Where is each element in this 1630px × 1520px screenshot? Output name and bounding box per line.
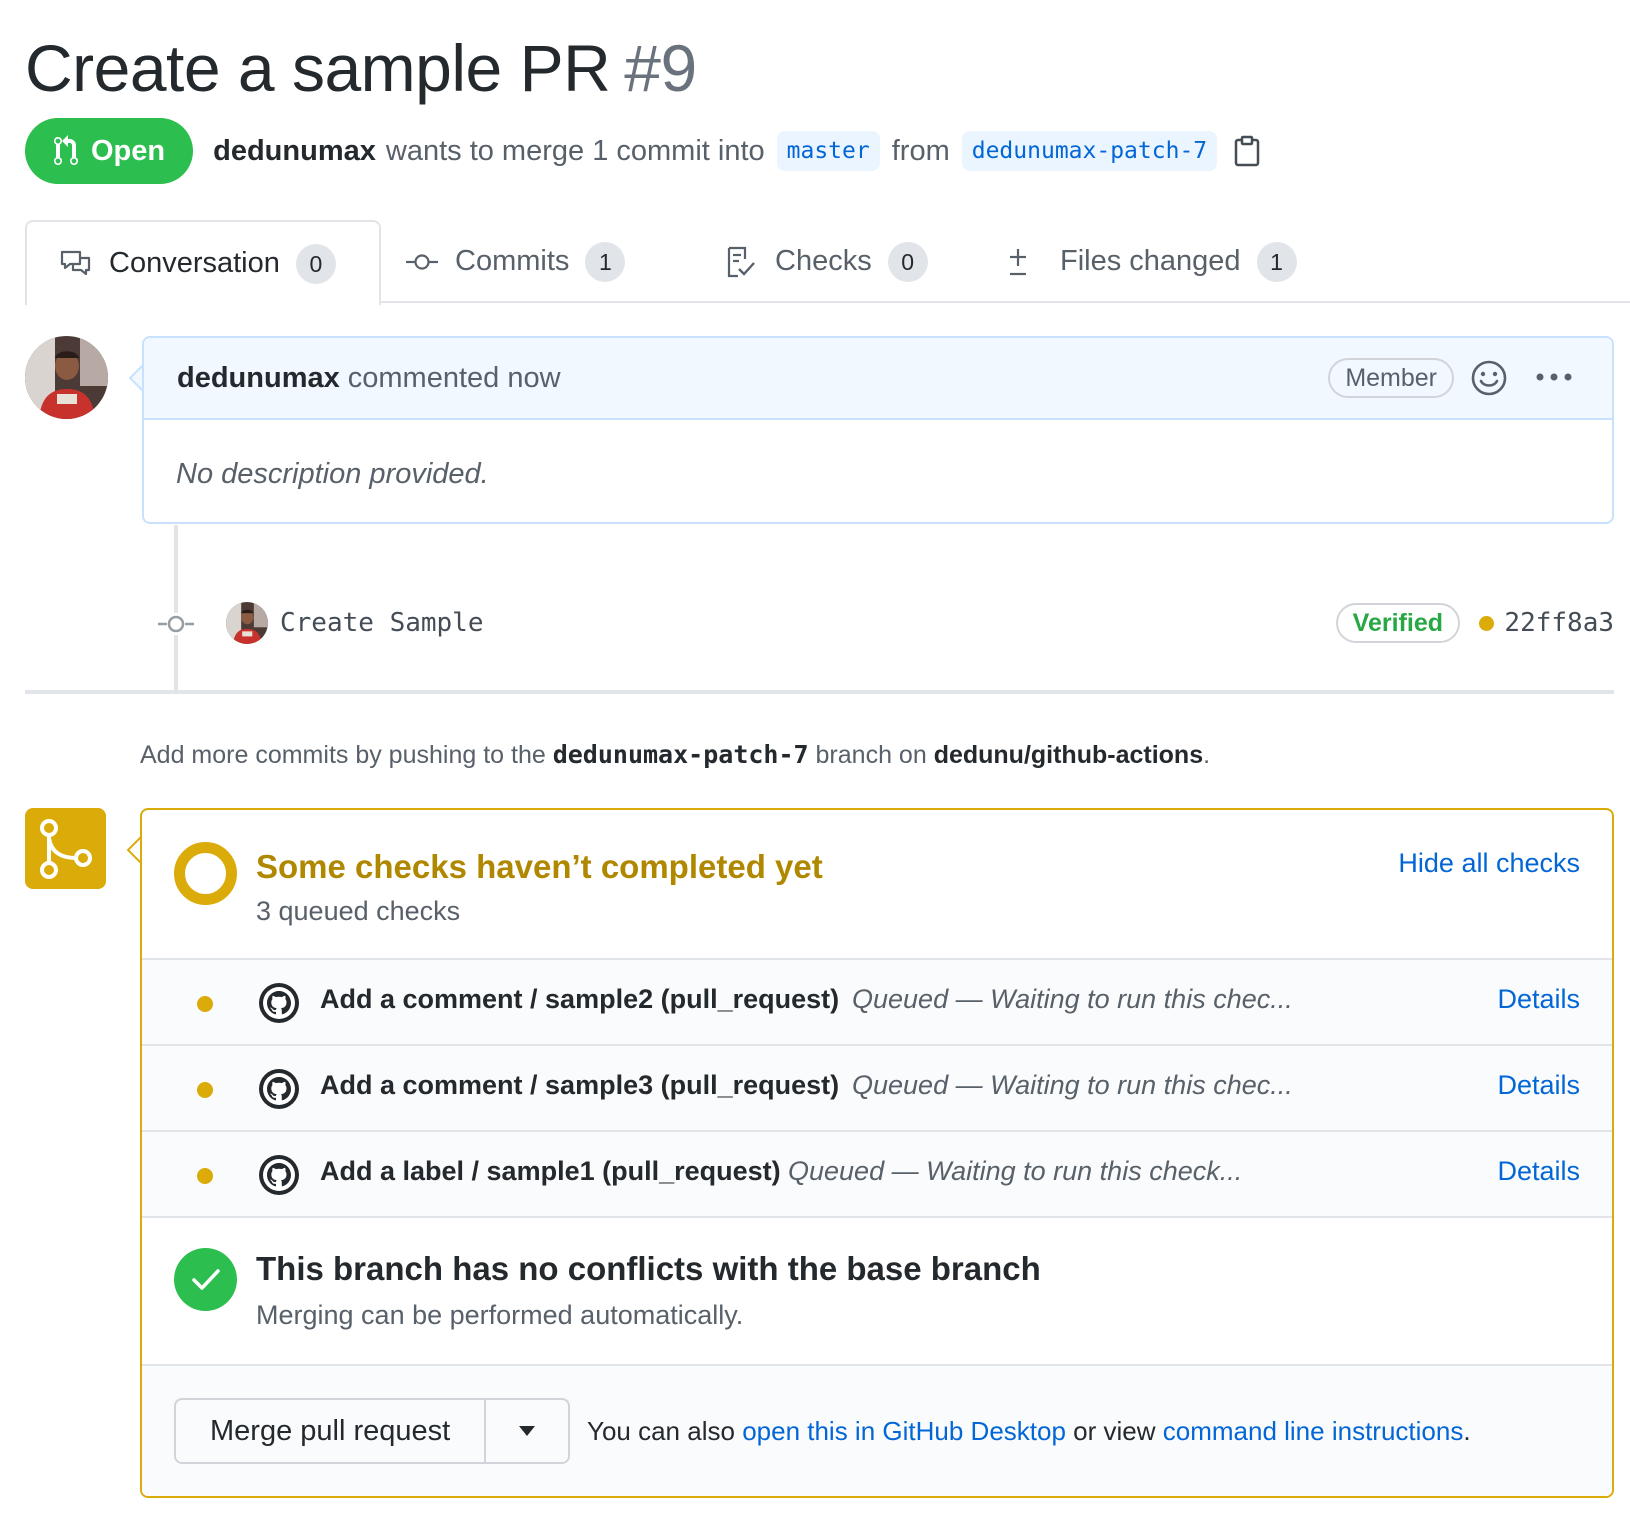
caret-down-icon [519,1426,536,1436]
more-options-icon[interactable] [1534,371,1574,383]
merge-alternatives-text: You can also open this in GitHub Desktop… [587,1416,1471,1447]
state-label: Open [91,134,166,167]
checks-title: Some checks haven’t completed yet [256,848,823,885]
pr-title-text: Create a sample PR [25,31,611,105]
timeline-divider [25,690,1614,694]
queued-dot-icon [197,1168,213,1184]
state-badge: Open [25,118,194,184]
avatar-image [226,602,268,644]
conflict-title: This branch has no conflicts with the ba… [256,1250,1041,1287]
push-hint-suffix: . [1203,741,1211,769]
base-branch[interactable]: master [776,131,880,171]
hide-all-checks-link[interactable]: Hide all checks [1398,848,1580,879]
github-logo-icon [259,983,299,1023]
timeline-line [174,525,178,690]
tab-counter: 0 [295,243,336,284]
merge-pull-request-button[interactable]: Merge pull request [176,1400,487,1462]
tab-label: Files changed [1060,245,1241,277]
merge-text: wants to merge 1 commit into [385,134,765,167]
checks-header: Some checks haven’t completed yet 3 queu… [142,810,1612,960]
check-status: Queued — Waiting to run this chec... [852,1070,1293,1100]
merge-footer: Merge pull request You can also open thi… [142,1366,1612,1496]
tab-commits[interactable]: Commits 1 [405,220,626,303]
push-hint-repo: dedunu/github-actions [933,741,1204,769]
comment-discussion-icon [60,250,91,275]
tab-label: Commits [455,245,570,277]
comment-body: No description provided. [176,458,489,490]
queued-dot-icon [197,1082,213,1098]
verified-badge[interactable]: Verified [1335,603,1460,643]
comment-box: dedunumax commented now Member No descri… [142,336,1614,524]
push-hint-middle: branch on [815,741,927,769]
command-line-instructions-link[interactable]: command line instructions [1163,1416,1464,1446]
footer-prefix: You can also [587,1416,735,1446]
check-details-link[interactable]: Details [1497,984,1580,1015]
pending-status-icon[interactable] [1479,615,1495,631]
pending-ring-icon [174,842,237,905]
commit-message[interactable]: Create Sample [280,608,484,638]
add-reaction-icon[interactable] [1470,359,1508,397]
check-status: Queued — Waiting to run this chec... [852,984,1293,1014]
merge-method-dropdown[interactable] [486,1400,568,1462]
footer-middle: or view [1073,1416,1156,1446]
push-hint-branch: dedunumax-patch-7 [552,740,809,769]
check-details-link[interactable]: Details [1497,1070,1580,1101]
push-hint: Add more commits by pushing to the dedun… [140,740,1210,770]
check-item: Add a comment / sample3 (pull_request) Q… [142,1046,1612,1132]
pr-title: Create a sample PR #9 [25,30,697,106]
check-name: Add a comment / sample2 (pull_request) [320,984,840,1014]
commit-sha[interactable]: 22ff8a3 [1479,608,1614,638]
pr-status-row: Open dedunumax wants to merge 1 commit i… [25,118,1261,184]
github-logo-icon [259,1155,299,1195]
footer-suffix: . [1463,1416,1471,1446]
tab-counter: 1 [1256,241,1297,282]
pull-request-icon [54,135,78,166]
check-item: Add a label / sample1 (pull_request) Que… [142,1132,1612,1218]
commit-row: Create Sample Verified 22ff8a3 [226,600,1614,646]
check-details-link[interactable]: Details [1497,1156,1580,1187]
checklist-icon [727,246,755,277]
pr-author-link[interactable]: dedunumax [213,135,376,168]
merge-status-box: Some checks haven’t completed yet 3 queu… [140,808,1614,1498]
diff-icon [1010,248,1026,275]
comment-author[interactable]: dedunumax [177,362,340,395]
open-in-desktop-link[interactable]: open this in GitHub Desktop [742,1416,1066,1446]
member-badge: Member [1328,358,1454,398]
tab-checks[interactable]: Checks 0 [725,220,928,303]
tab-counter: 1 [585,241,626,282]
tab-counter: 0 [887,241,928,282]
merge-button-group: Merge pull request [174,1398,571,1464]
pr-tabs: Conversation 0 Commits 1 Checks 0 Files … [25,220,1630,305]
avatar-image [25,336,108,419]
git-merge-icon [40,819,92,879]
comment-action[interactable]: commented now [348,362,561,395]
check-status: Queued — Waiting to run this check... [788,1156,1243,1186]
commit-sha-text[interactable]: 22ff8a3 [1504,608,1614,638]
clipboard-icon[interactable] [1233,135,1261,167]
from-text: from [891,134,950,167]
check-item: Add a comment / sample2 (pull_request) Q… [142,960,1612,1046]
commit-author-avatar[interactable] [226,602,268,644]
pr-number: #9 [624,31,697,105]
comment-header: dedunumax commented now Member [144,338,1612,420]
tab-label: Checks [775,245,872,277]
tab-conversation[interactable]: Conversation 0 [25,220,381,305]
commit-icon [406,253,438,270]
head-branch[interactable]: dedunumax-patch-7 [961,131,1218,171]
author-avatar[interactable] [25,336,108,419]
check-name: Add a label / sample1 (pull_request) [320,1156,781,1186]
tab-files-changed[interactable]: Files changed 1 [1010,220,1297,303]
tab-label: Conversation [109,247,280,279]
check-name: Add a comment / sample3 (pull_request) [320,1070,840,1100]
checks-subtitle: 3 queued checks [256,896,461,926]
success-check-icon [174,1248,237,1311]
commit-node-icon [158,613,194,635]
queued-dot-icon [197,996,213,1012]
push-hint-prefix: Add more commits by pushing to the [140,741,546,769]
conflict-section: This branch has no conflicts with the ba… [142,1218,1612,1366]
github-logo-icon [259,1069,299,1109]
pr-meta: dedunumax wants to merge 1 commit into m… [213,131,1261,171]
conflict-subtitle: Merging can be performed automatically. [256,1300,744,1330]
merge-status-icon-box [25,808,106,889]
